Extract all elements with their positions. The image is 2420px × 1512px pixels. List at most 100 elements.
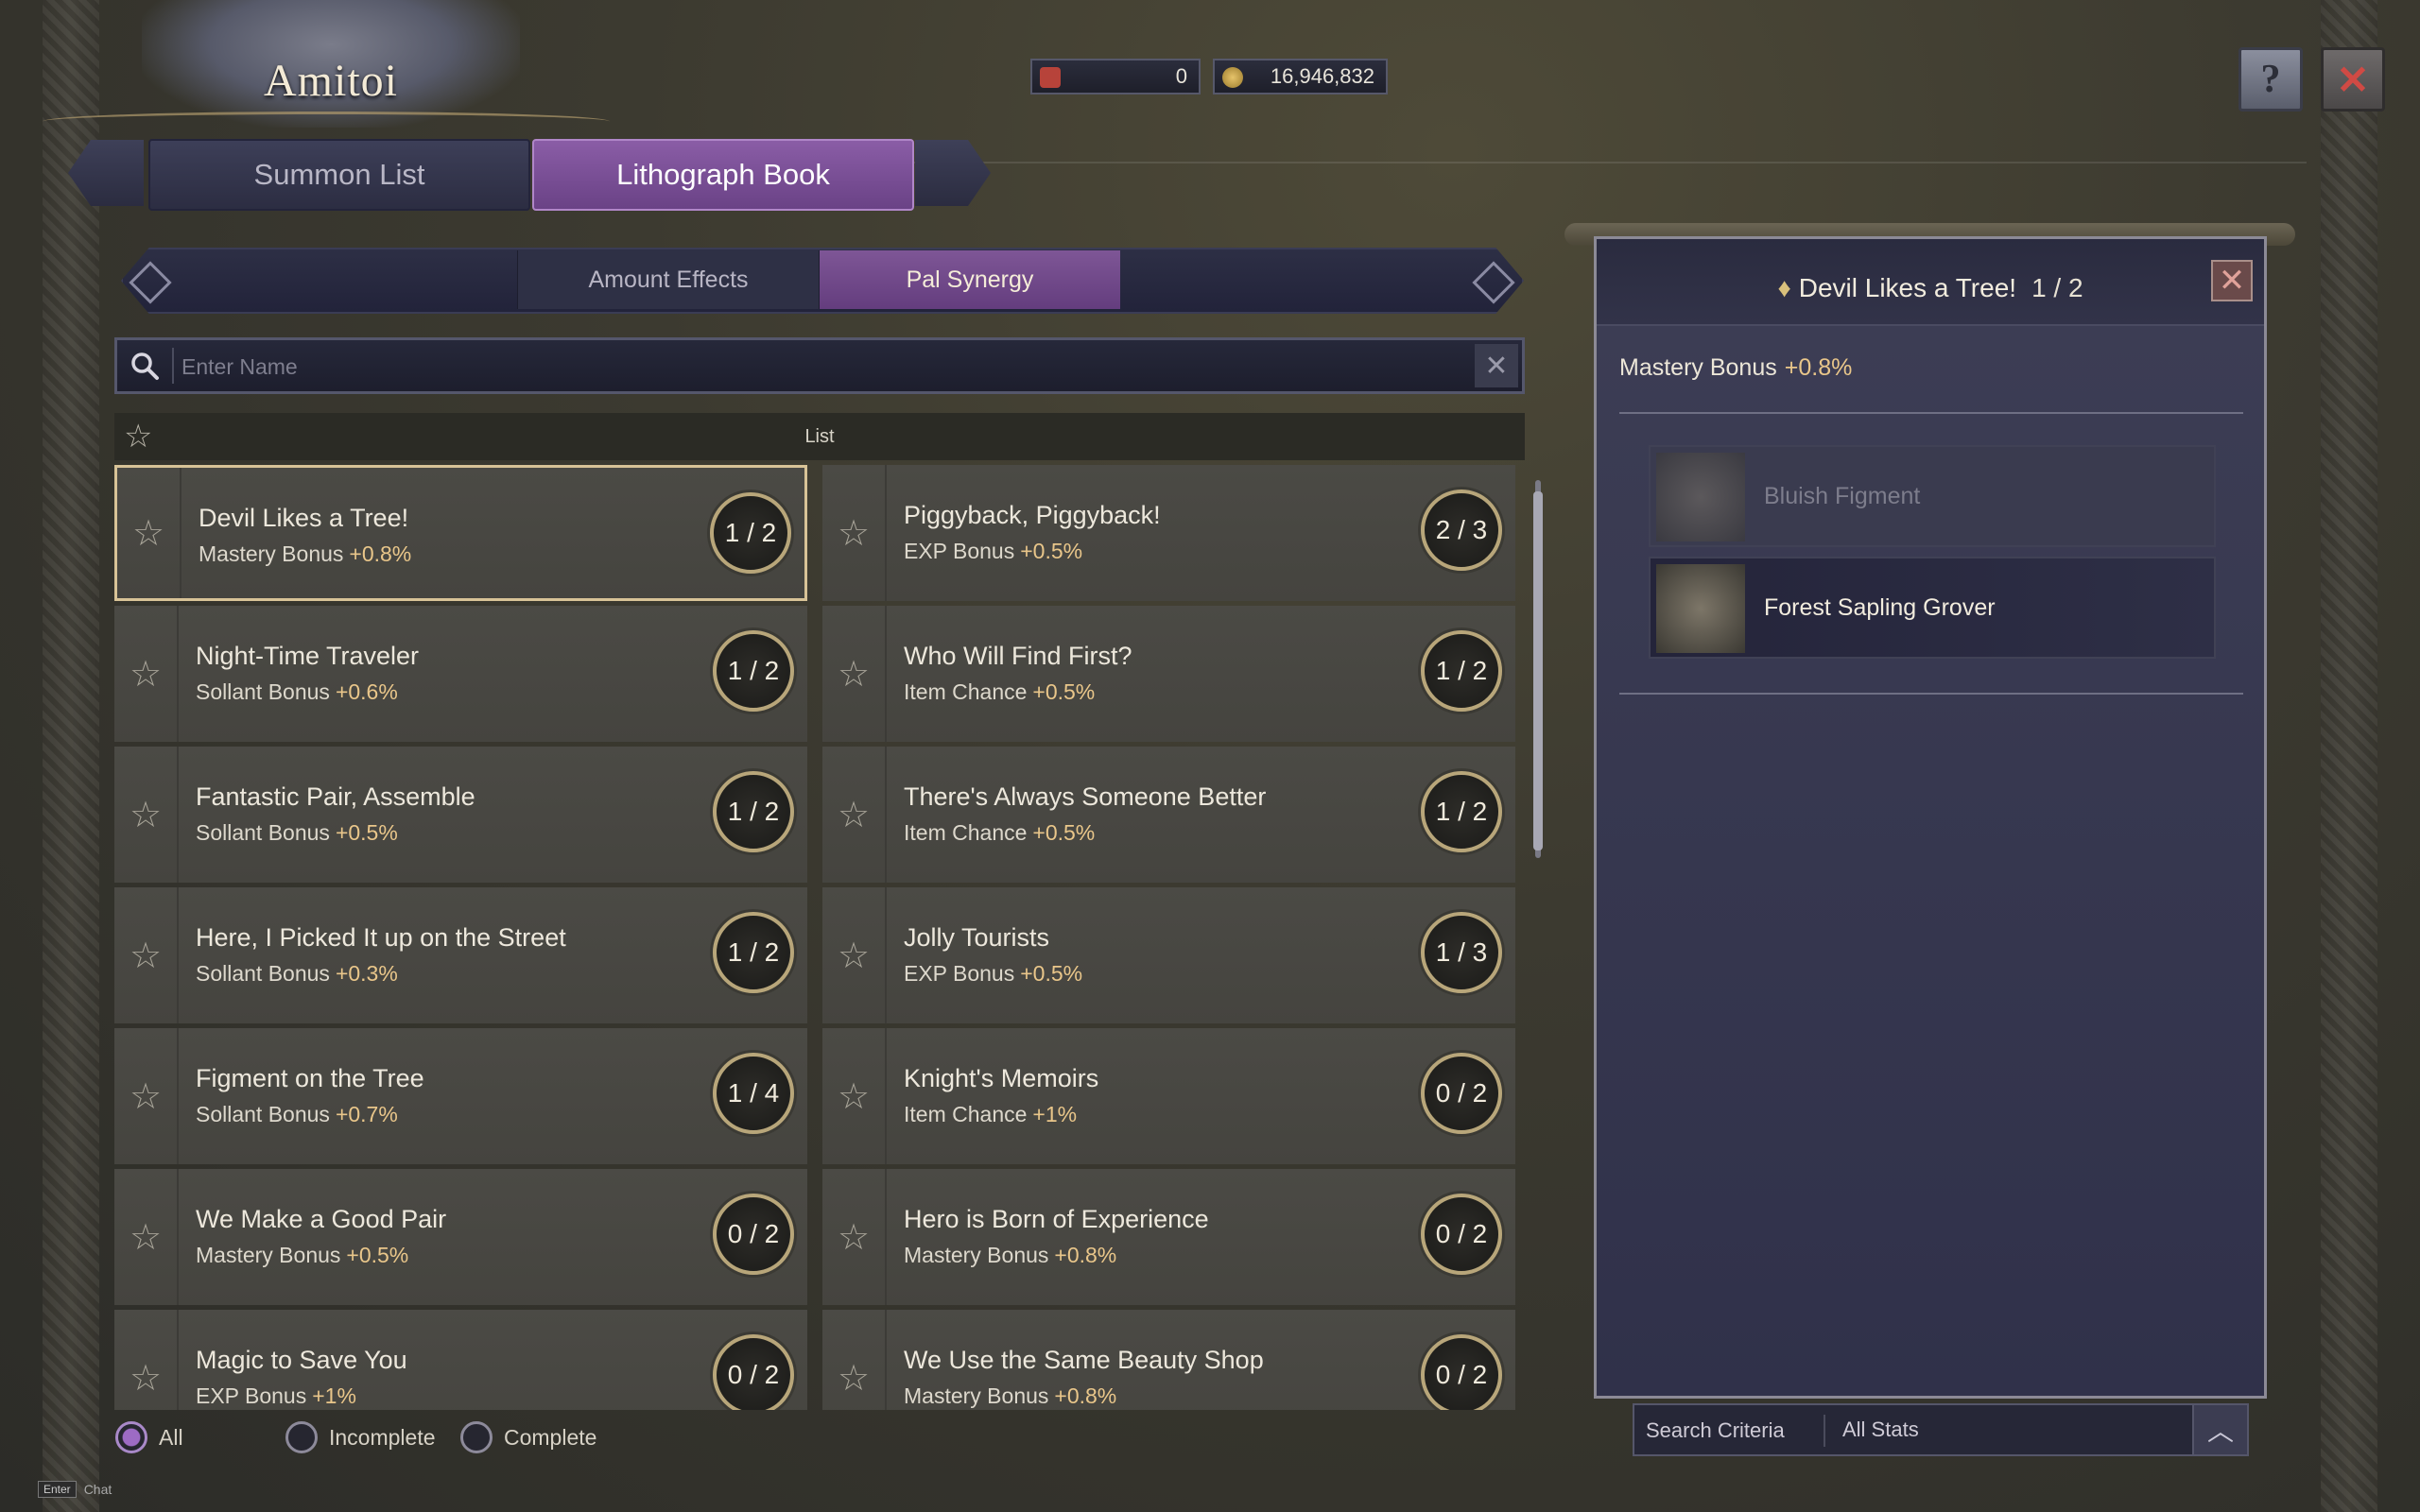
synergy-card[interactable]: ☆ Knight's Memoirs Item Chance +1% 0 / 2 bbox=[822, 1028, 1515, 1164]
card-name: We Use the Same Beauty Shop bbox=[904, 1346, 1264, 1374]
progress-badge: 0 / 2 bbox=[713, 1334, 794, 1410]
gold-coin-icon bbox=[1222, 67, 1243, 88]
card-stat: Mastery Bonus +0.8% bbox=[904, 1383, 1117, 1408]
favorite-star-icon[interactable]: ☆ bbox=[114, 1169, 179, 1305]
synergy-card[interactable]: ☆ Jolly Tourists EXP Bonus +0.5% 1 / 3 bbox=[822, 887, 1515, 1023]
favorite-star-icon[interactable]: ☆ bbox=[822, 887, 887, 1023]
progress-badge: 1 / 2 bbox=[710, 492, 791, 574]
search-separator bbox=[172, 348, 174, 384]
close-window-button[interactable]: ✕ bbox=[2321, 47, 2385, 112]
progress-badge: 2 / 3 bbox=[1421, 490, 1502, 571]
search-input[interactable] bbox=[180, 346, 1441, 387]
card-stat: Sollant Bonus +0.3% bbox=[196, 961, 398, 986]
radio-dot-icon bbox=[460, 1421, 493, 1453]
card-stat: Sollant Bonus +0.5% bbox=[196, 820, 398, 845]
help-book-icon: ? bbox=[2260, 58, 2281, 101]
card-name: Who Will Find First? bbox=[904, 642, 1132, 670]
right-decorative-pillar bbox=[2321, 0, 2377, 1512]
favorite-star-icon[interactable]: ☆ bbox=[117, 468, 182, 598]
card-name: Figment on the Tree bbox=[196, 1064, 424, 1092]
progress-badge: 1 / 4 bbox=[713, 1053, 794, 1134]
card-stat: Item Chance +0.5% bbox=[904, 679, 1096, 704]
card-name: Here, I Picked It up on the Street bbox=[196, 923, 566, 952]
chevron-up-icon[interactable]: ︿ bbox=[2192, 1405, 2247, 1454]
favorite-star-icon[interactable]: ☆ bbox=[822, 606, 887, 742]
filter-complete-radio[interactable]: Complete bbox=[460, 1421, 596, 1453]
tab-lithograph-book[interactable]: Lithograph Book bbox=[532, 139, 914, 211]
gold-amount: 16,946,832 bbox=[1270, 64, 1374, 88]
detail-bonus: Mastery Bonus +0.8% bbox=[1619, 354, 1853, 381]
favorite-star-icon[interactable]: ☆ bbox=[114, 1028, 179, 1164]
filter-incomplete-radio[interactable]: Incomplete bbox=[285, 1421, 436, 1453]
favorite-star-icon[interactable]: ☆ bbox=[114, 747, 179, 883]
synergy-detail-panel: ♦ Devil Likes a Tree! 1 / 2 ✕ Mastery Bonu… bbox=[1594, 236, 2267, 1399]
progress-badge: 1 / 2 bbox=[713, 771, 794, 852]
filter-all-radio[interactable]: All bbox=[115, 1421, 183, 1453]
synergy-card[interactable]: ☆ Fantastic Pair, Assemble Sollant Bonus… bbox=[114, 747, 807, 883]
title-scroll-ornament bbox=[43, 112, 610, 131]
card-name: Magic to Save You bbox=[196, 1346, 407, 1374]
clear-search-button[interactable]: ✕ bbox=[1475, 344, 1518, 387]
synergy-card[interactable]: ☆ Piggyback, Piggyback! EXP Bonus +0.5% 2… bbox=[822, 465, 1515, 601]
close-icon: ✕ bbox=[1484, 350, 1509, 382]
card-stat: Mastery Bonus +0.5% bbox=[196, 1243, 409, 1267]
favorite-star-icon[interactable]: ☆ bbox=[822, 1310, 887, 1410]
member-slot[interactable]: Bluish Figment bbox=[1649, 445, 2216, 547]
synergy-card[interactable]: ☆ Figment on the Tree Sollant Bonus +0.7%… bbox=[114, 1028, 807, 1164]
synergy-card[interactable]: ☆ Night-Time Traveler Sollant Bonus +0.6%… bbox=[114, 606, 807, 742]
progress-badge: 1 / 2 bbox=[1421, 630, 1502, 712]
synergy-card[interactable]: ☆ Devil Likes a Tree! Mastery Bonus +0.8%… bbox=[114, 465, 807, 601]
favorite-star-icon[interactable]: ☆ bbox=[822, 1028, 887, 1164]
list-header: ☆ List bbox=[114, 413, 1525, 460]
tabs-right-ornament bbox=[915, 140, 991, 206]
criteria-value: All Stats bbox=[1842, 1418, 1919, 1441]
card-stat: Sollant Bonus +0.7% bbox=[196, 1102, 398, 1126]
card-stat: Item Chance +1% bbox=[904, 1102, 1078, 1126]
favorite-star-icon[interactable]: ☆ bbox=[114, 887, 179, 1023]
help-button[interactable]: ? bbox=[2238, 47, 2303, 112]
radio-dot-icon bbox=[115, 1421, 147, 1453]
search-criteria-dropdown[interactable]: Search Criteria All Stats ︿ bbox=[1633, 1403, 2249, 1456]
card-name: Night-Time Traveler bbox=[196, 642, 420, 670]
synergy-card[interactable]: ☆ There's Always Someone Better Item Cha… bbox=[822, 747, 1515, 883]
tab-summon-list[interactable]: Summon List bbox=[148, 139, 530, 211]
member-slot[interactable]: Forest Sapling Grover bbox=[1649, 557, 2216, 659]
progress-badge: 1 / 3 bbox=[1421, 912, 1502, 993]
favorite-star-icon[interactable]: ☆ bbox=[114, 1310, 179, 1410]
synergy-card[interactable]: ☆ Hero is Born of Experience Mastery Bon… bbox=[822, 1169, 1515, 1305]
detail-title: ♦ Devil Likes a Tree! 1 / 2 bbox=[1777, 273, 2083, 302]
favorite-star-icon[interactable]: ☆ bbox=[114, 606, 179, 742]
detail-divider bbox=[1619, 693, 2243, 695]
favorite-star-icon[interactable]: ☆ bbox=[822, 1169, 887, 1305]
card-stat: Mastery Bonus +0.8% bbox=[904, 1243, 1117, 1267]
card-stat: Item Chance +0.5% bbox=[904, 820, 1096, 845]
synergy-card[interactable]: ☆ Who Will Find First? Item Chance +0.5% … bbox=[822, 606, 1515, 742]
detail-header: ♦ Devil Likes a Tree! 1 / 2 ✕ bbox=[1597, 239, 2264, 326]
card-name: Fantastic Pair, Assemble bbox=[196, 782, 475, 811]
member-name: Forest Sapling Grover bbox=[1764, 594, 1996, 621]
chat-hint: Enter Chat bbox=[38, 1481, 112, 1498]
synergy-card[interactable]: ☆ Here, I Picked It up on the Street Sol… bbox=[114, 887, 807, 1023]
synergy-card[interactable]: ☆ Magic to Save You EXP Bonus +1% 0 / 2 bbox=[114, 1310, 807, 1410]
favorite-filter-star-icon[interactable]: ☆ bbox=[124, 421, 152, 453]
close-detail-button[interactable]: ✕ bbox=[2211, 260, 2253, 301]
criteria-label: Search Criteria bbox=[1646, 1418, 1785, 1442]
synergy-card[interactable]: ☆ We Use the Same Beauty Shop Mastery Bo… bbox=[822, 1310, 1515, 1410]
synergy-card[interactable]: ☆ We Make a Good Pair Mastery Bonus +0.5%… bbox=[114, 1169, 807, 1305]
tab-pal-synergy[interactable]: Pal Synergy bbox=[820, 250, 1120, 309]
completion-filter: All Incomplete Complete bbox=[115, 1414, 834, 1467]
ticket-icon bbox=[1040, 67, 1061, 88]
favorite-star-icon[interactable]: ☆ bbox=[822, 747, 887, 883]
search-bar: ✕ bbox=[114, 337, 1525, 394]
progress-badge: 0 / 2 bbox=[1421, 1053, 1502, 1134]
list-scrollbar-thumb[interactable] bbox=[1533, 491, 1543, 850]
card-name: Piggyback, Piggyback! bbox=[904, 501, 1161, 529]
search-icon[interactable] bbox=[129, 350, 161, 382]
progress-badge: 0 / 2 bbox=[713, 1194, 794, 1275]
favorite-star-icon[interactable]: ☆ bbox=[822, 465, 887, 601]
card-stat: EXP Bonus +0.5% bbox=[904, 539, 1083, 563]
card-name: Knight's Memoirs bbox=[904, 1064, 1099, 1092]
card-stat: EXP Bonus +1% bbox=[196, 1383, 356, 1408]
card-stat: Sollant Bonus +0.6% bbox=[196, 679, 398, 704]
tab-amount-effects[interactable]: Amount Effects bbox=[517, 250, 820, 309]
